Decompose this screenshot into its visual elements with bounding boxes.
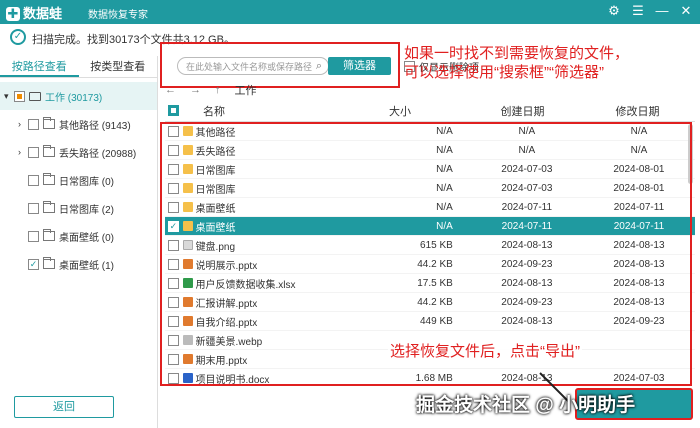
app-logo: ✚ 数据蛙 — [6, 3, 62, 22]
folder-tree: ▾ 工作 (30173) › 其他路径 (9143) › 丢失路径 (20988… — [0, 82, 157, 278]
folder-icon — [43, 201, 55, 213]
tree-item-lost[interactable]: › 丢失路径 (20988) — [0, 138, 157, 166]
tree-item-label: 丢失路径 (20988) — [59, 148, 137, 160]
tree-checkbox[interactable] — [14, 90, 25, 102]
app-subtitle: 数据恢复专家 — [88, 10, 148, 21]
tree-checkbox[interactable] — [28, 230, 39, 242]
folder-icon — [43, 145, 55, 157]
forward-arrow-icon[interactable]: → — [190, 84, 201, 96]
plus-logo-icon: ✚ — [6, 6, 20, 21]
folder-icon — [43, 257, 55, 269]
tab-by-path[interactable]: 按路径查看 — [0, 56, 79, 77]
tree-item-gallery-b[interactable]: 日常图库 (2) — [0, 194, 157, 222]
file-list-header: 名称 大小 创建日期 修改日期 — [165, 100, 695, 122]
annotation-search-note: 如果一时找不到需要恢复的文件， 可以选择使用“搜索框”“筛选器” — [404, 44, 629, 82]
drive-icon — [29, 91, 41, 101]
app-title: 数据蛙 — [23, 6, 63, 21]
tree-item-label: 工作 (30173) — [45, 92, 103, 104]
menu-icon[interactable]: ☰ — [630, 3, 646, 19]
tree-checkbox-checked[interactable]: ✓ — [28, 258, 39, 270]
tree-checkbox[interactable] — [28, 146, 39, 158]
view-tabs: 按路径查看 按类型查看 — [0, 56, 157, 78]
annotation-line: 如果一时找不到需要恢复的文件， — [404, 45, 630, 62]
tree-item-label: 日常图库 (0) — [59, 176, 114, 188]
tree-item-other[interactable]: › 其他路径 (9143) — [0, 110, 157, 138]
tree-item-gallery-a[interactable]: 日常图库 (0) — [0, 166, 157, 194]
header-created[interactable]: 创建日期 — [465, 103, 580, 119]
watermark: 掘金技术社区 @ 小明助手 — [416, 395, 636, 416]
tree-item-label: 桌面壁纸 (0) — [59, 232, 114, 244]
annotation-export-note: 选择恢复文件后，点击“导出” — [388, 340, 582, 361]
chevron-down-icon[interactable]: ▾ — [4, 91, 14, 102]
current-path: 工作 — [234, 85, 257, 97]
left-panel: 按路径查看 按类型查看 ▾ 工作 (30173) › 其他路径 (9143) ›… — [0, 56, 158, 428]
window-controls: ⚙ ☰ — ✕ — [606, 3, 694, 19]
annotation-line: 可以选择使用“搜索框”“筛选器” — [404, 64, 604, 81]
tree-checkbox[interactable] — [28, 202, 39, 214]
chevron-right-icon[interactable]: › — [18, 147, 28, 157]
select-all-checkbox[interactable] — [168, 105, 179, 116]
tree-item-wallpaper-a[interactable]: 桌面壁纸 (0) — [0, 222, 157, 250]
title-bar: ✚ 数据蛙 数据恢复专家 ⚙ ☰ — ✕ — [0, 0, 700, 24]
minimize-icon[interactable]: — — [654, 3, 670, 19]
settings-icon[interactable]: ⚙ — [606, 3, 622, 19]
tree-item-wallpaper-b[interactable]: ✓ 桌面壁纸 (1) — [0, 250, 157, 278]
tree-checkbox[interactable] — [28, 174, 39, 186]
header-size[interactable]: 大小 — [335, 103, 465, 119]
header-name[interactable]: 名称 — [165, 103, 335, 119]
tree-item-label: 桌面壁纸 (1) — [59, 260, 114, 272]
header-modified[interactable]: 修改日期 — [580, 103, 695, 119]
chevron-right-icon[interactable]: › — [18, 119, 28, 129]
up-arrow-icon[interactable]: ↑ — [215, 84, 221, 96]
close-icon[interactable]: ✕ — [678, 3, 694, 19]
folder-icon — [43, 117, 55, 129]
nav-bar: ← → ↑ 工作 — [165, 80, 271, 100]
tab-by-type[interactable]: 按类型查看 — [79, 56, 158, 77]
tree-item-label: 其他路径 (9143) — [59, 120, 131, 132]
folder-icon — [43, 173, 55, 185]
check-circle-icon: ✓ — [10, 29, 26, 45]
tree-item-work[interactable]: ▾ 工作 (30173) — [0, 82, 157, 110]
tree-checkbox[interactable] — [28, 118, 39, 130]
back-button[interactable]: 返回 — [14, 396, 114, 418]
tree-item-label: 日常图库 (2) — [59, 204, 114, 216]
back-arrow-icon[interactable]: ← — [165, 84, 176, 96]
folder-icon — [43, 229, 55, 241]
